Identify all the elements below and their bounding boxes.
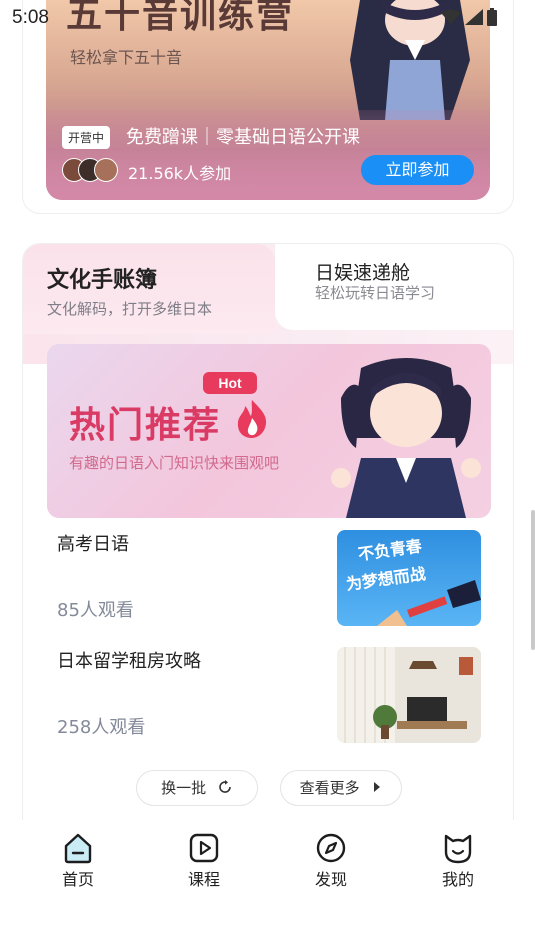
fire-icon xyxy=(237,400,267,438)
scrollbar[interactable] xyxy=(531,510,535,650)
tab-entertainment-title: 日娱速递舱 xyxy=(315,262,411,284)
tab-culture-subtitle: 文化解码，打开多维日本 xyxy=(47,300,213,318)
hot-banner-title: 热门推荐 xyxy=(69,405,222,446)
article-thumbnail: 不负青春 为梦想而战 xyxy=(337,530,481,626)
view-more-button[interactable]: 查看更多 xyxy=(280,770,402,806)
nav-label: 首页 xyxy=(61,870,94,889)
refresh-icon xyxy=(219,780,231,793)
nav-item-home[interactable]: 首页 xyxy=(38,832,118,890)
nav-label: 我的 xyxy=(441,870,474,889)
nav-item-course[interactable]: 课程 xyxy=(164,832,244,890)
anime-girl-illustration xyxy=(331,358,481,518)
hot-recommend-banner[interactable]: Hot 热门推荐 有趣的日语入门知识快来围观吧 xyxy=(47,344,491,518)
participant-count: 21.56k人参加 xyxy=(128,164,232,183)
bottom-navigation: 首页 课程 发现 我的 xyxy=(0,820,535,951)
nav-label: 发现 xyxy=(314,870,347,889)
status-icons xyxy=(441,8,497,26)
battery-icon xyxy=(487,8,497,26)
list-item[interactable]: 高考日语 85人观看 不负青春 为梦想而战 xyxy=(47,530,491,630)
refresh-label: 换一批 xyxy=(161,779,207,797)
camp-subtitle: 轻松拿下五十音 xyxy=(70,48,183,67)
hot-tag: Hot xyxy=(203,372,257,394)
status-bar: 5:08 xyxy=(0,0,535,36)
join-button[interactable]: 立即参加 xyxy=(361,155,474,185)
article-title: 日本留学租房攻略 xyxy=(57,651,201,672)
article-thumbnail xyxy=(337,647,481,743)
room-thumbnail-image xyxy=(337,647,481,743)
hot-banner-subtitle: 有趣的日语入门知识快来围观吧 xyxy=(69,454,280,472)
cat-icon xyxy=(444,834,472,864)
caret-right-icon xyxy=(374,782,381,792)
participant-avatars xyxy=(62,158,118,182)
camp-course-name: 免费蹭课｜零基础日语公开课 xyxy=(126,127,360,148)
nav-item-mine[interactable]: 我的 xyxy=(418,832,498,890)
status-badge: 开营中 xyxy=(62,126,111,149)
refresh-button[interactable]: 换一批 xyxy=(136,770,258,806)
tab-entertainment-subtitle: 轻松玩转日语学习 xyxy=(315,284,436,302)
tab-culture-title: 文化手账簿 xyxy=(47,268,158,293)
signal-icon xyxy=(465,9,483,25)
culture-section: 文化手账簿 文化解码，打开多维日本 日娱速递舱 轻松玩转日语学习 Hot 热门推… xyxy=(22,243,514,843)
nav-item-discover[interactable]: 发现 xyxy=(291,832,371,890)
wifi-icon xyxy=(441,9,461,24)
compass-icon xyxy=(316,833,346,863)
avatar xyxy=(94,158,118,182)
status-time: 5:08 xyxy=(12,7,49,28)
exam-thumbnail-image: 不负青春 为梦想而战 xyxy=(337,530,481,626)
list-item[interactable]: 日本留学租房攻略 258人观看 xyxy=(47,647,491,747)
nav-label: 课程 xyxy=(187,870,220,889)
view-more-label: 查看更多 xyxy=(299,779,360,797)
article-views: 258人观看 xyxy=(57,717,146,738)
article-title: 高考日语 xyxy=(57,534,129,555)
home-icon xyxy=(64,833,92,864)
play-icon xyxy=(189,833,219,863)
article-views: 85人观看 xyxy=(57,600,134,621)
